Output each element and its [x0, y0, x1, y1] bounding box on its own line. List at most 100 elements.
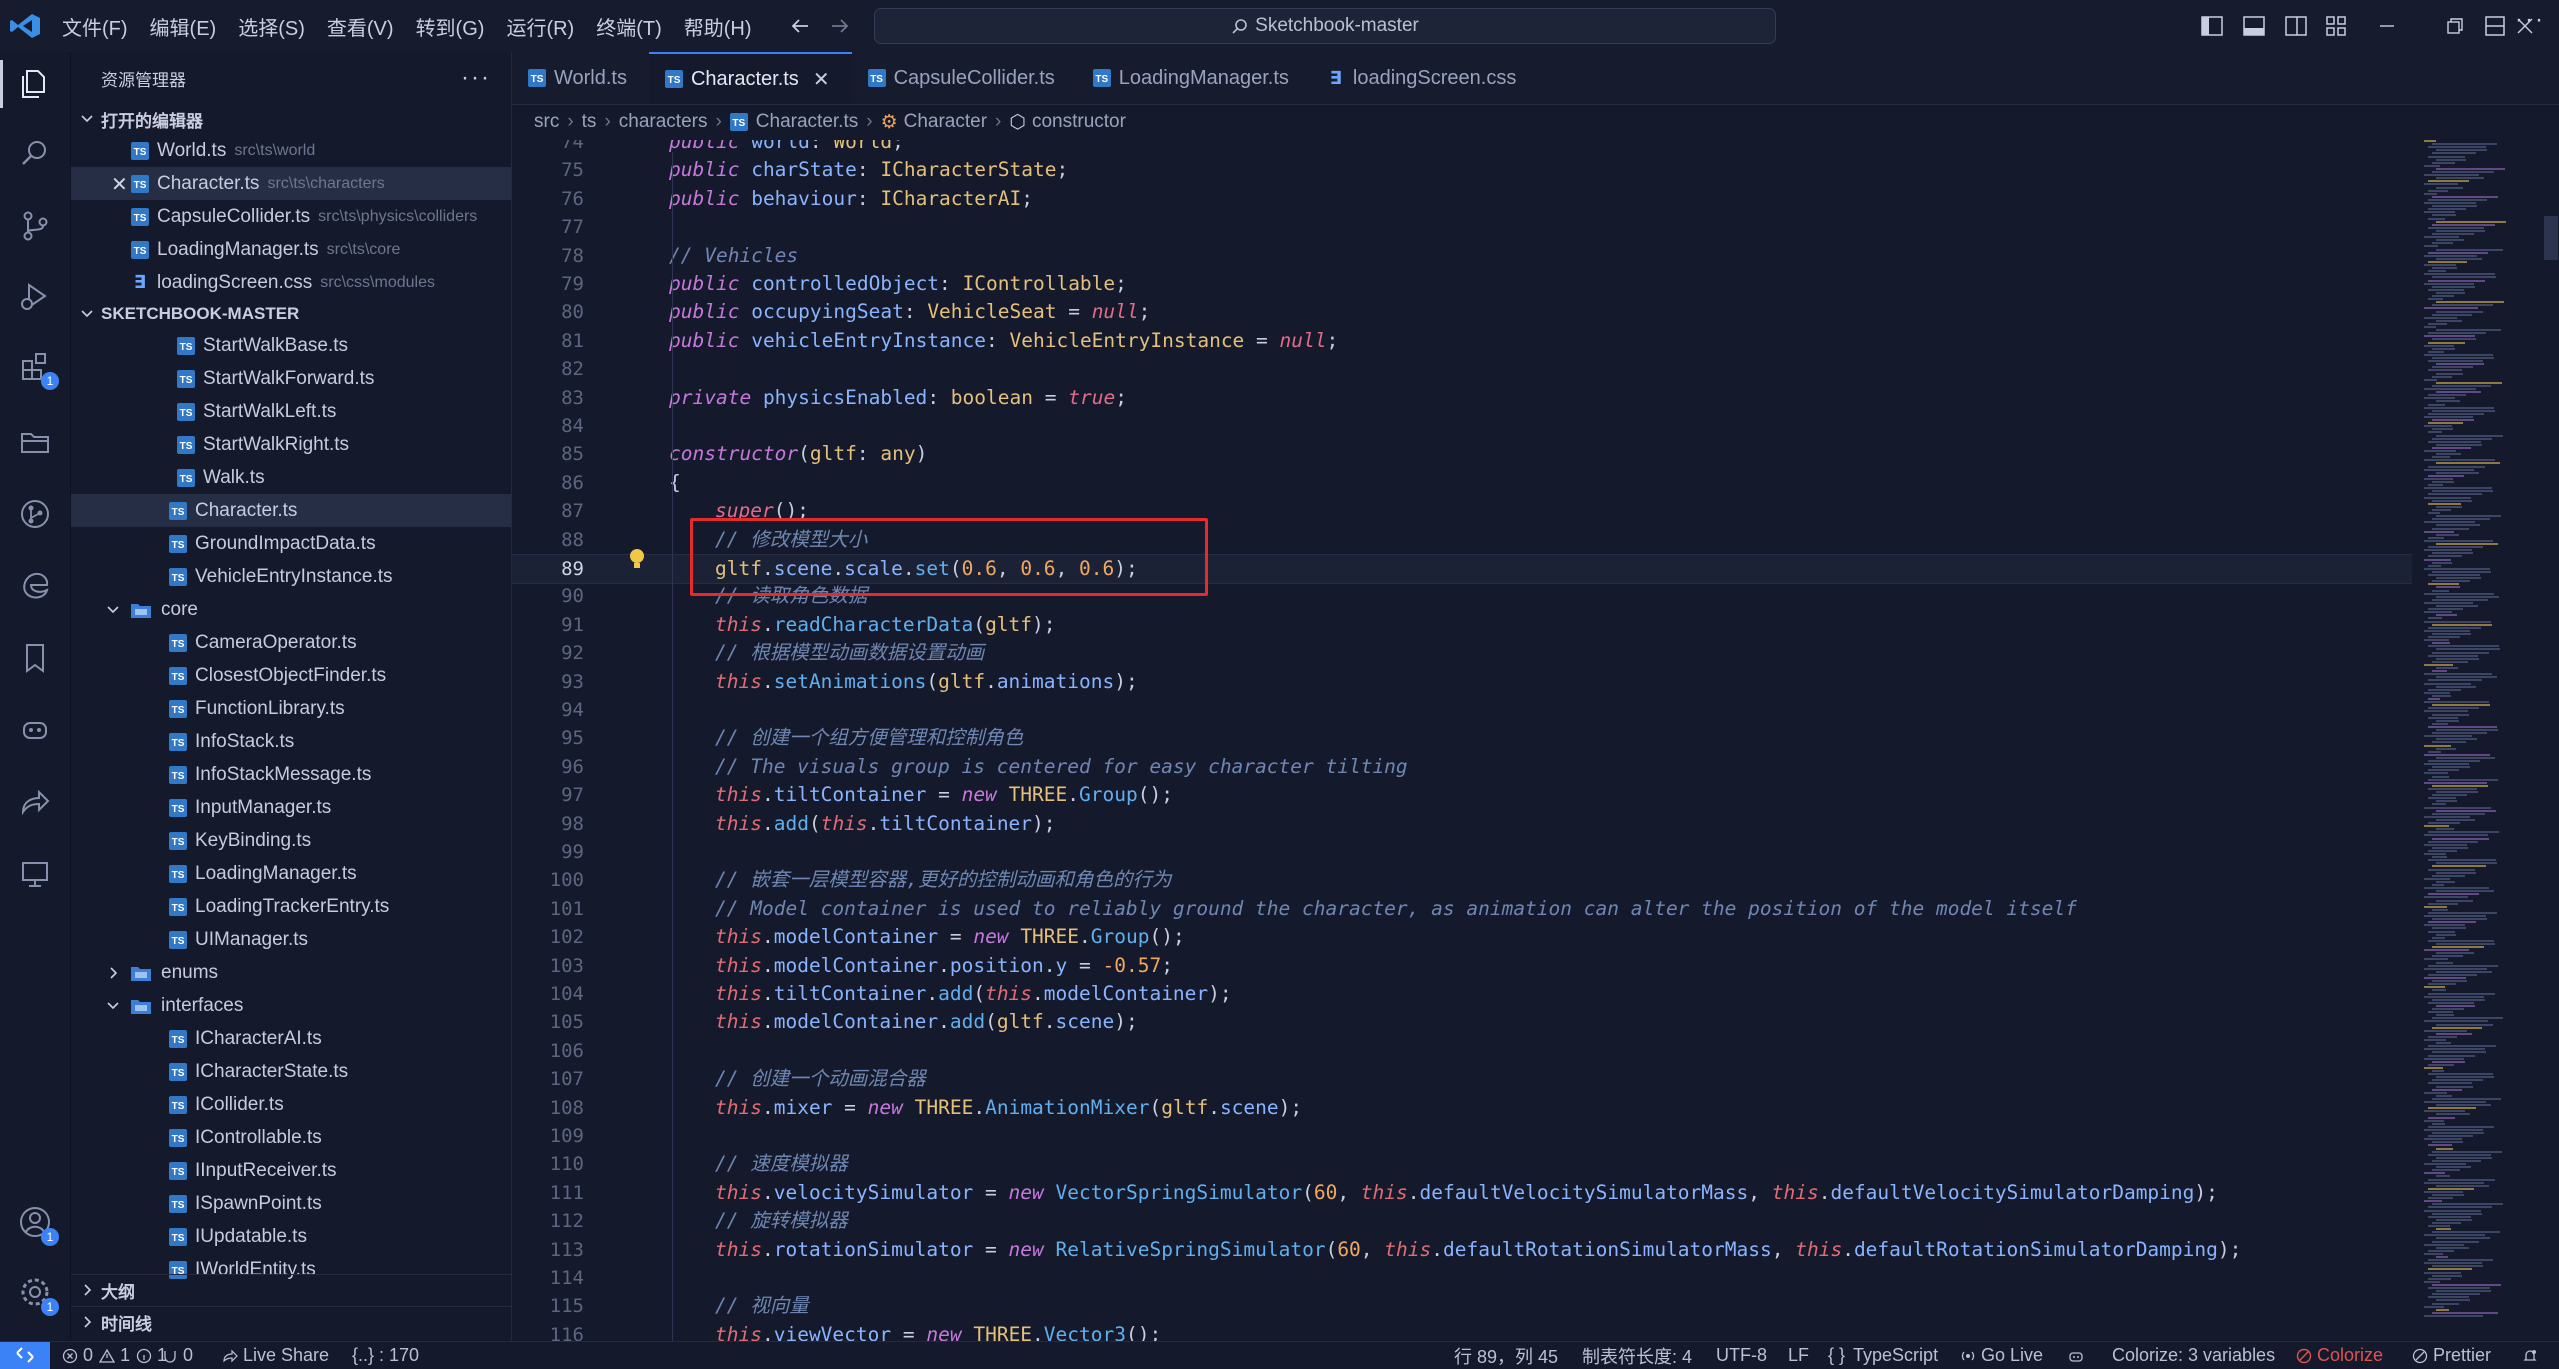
open-editor-item[interactable]: TS CapsuleCollider.ts src\ts\physics\colli… [71, 200, 511, 233]
code-line[interactable]: 112 // 旋转模拟器 [512, 1207, 2412, 1235]
menu-item[interactable]: 转到(G) [416, 12, 485, 41]
restore-icon[interactable] [2442, 13, 2468, 39]
breadcrumb-item[interactable]: characters [619, 111, 708, 133]
code-line[interactable]: 89 gltf.scene.scale.set(0.6, 0.6, 0.6); [512, 554, 2412, 585]
forward-arrow-icon[interactable] [828, 14, 852, 38]
code-line[interactable]: 101 // Model container is used to reliabl… [512, 895, 2412, 923]
menu-item[interactable]: 运行(R) [506, 12, 574, 41]
code-line[interactable]: 107 // 创建一个动画混合器 [512, 1065, 2412, 1093]
tree-file[interactable]: TS Character.ts [71, 494, 511, 527]
copilot-icon[interactable] [17, 712, 53, 748]
outline-section[interactable]: 大纲 [71, 1274, 511, 1305]
menu-item[interactable]: 选择(S) [238, 12, 305, 41]
code-line[interactable]: 114 [512, 1264, 2412, 1292]
code-line[interactable]: 75 public charState: ICharacterState; [512, 156, 2412, 184]
customize-layout-icon[interactable] [2324, 14, 2348, 38]
tree-file[interactable]: TS ISpawnPoint.ts [71, 1187, 511, 1220]
code-line[interactable]: 80 public occupyingSeat: VehicleSeat = nu… [512, 298, 2412, 326]
command-center-search[interactable]: Sketchbook-master [874, 8, 1776, 44]
tab-world-ts[interactable]: TS World.ts [512, 52, 649, 104]
cursor-position[interactable]: 行 89，列 45 [1454, 1342, 1558, 1369]
code-line[interactable]: 77 [512, 213, 2412, 241]
code-line[interactable]: 116 this.viewVector = new THREE.Vector3()… [512, 1321, 2412, 1341]
toggle-primary-sidebar-icon[interactable] [2200, 14, 2224, 38]
prettier-status[interactable]: Prettier [2412, 1342, 2491, 1369]
tree-file[interactable]: TS ICollider.ts [71, 1088, 511, 1121]
lightbulb-icon[interactable] [626, 547, 648, 571]
breadcrumb-item[interactable]: Character [904, 111, 987, 133]
explorer-more-icon[interactable]: ··· [461, 64, 491, 92]
run-debug-icon[interactable] [17, 278, 53, 314]
toggle-panel-icon[interactable] [2242, 14, 2266, 38]
eol[interactable]: LF [1788, 1342, 1809, 1369]
menu-item[interactable]: 查看(V) [327, 12, 394, 41]
accounts-icon[interactable]: 1 [17, 1204, 59, 1246]
code-line[interactable]: 102 this.modelContainer = new THREE.Group… [512, 923, 2412, 951]
project-section[interactable]: SKETCHBOOK-MASTER [71, 299, 511, 329]
code-line[interactable]: 79 public controlledObject: IControllable… [512, 270, 2412, 298]
tree-file[interactable]: TS KeyBinding.ts [71, 824, 511, 857]
code-line[interactable]: 81 public vehicleEntryInstance: VehicleEn… [512, 327, 2412, 355]
tab-character-ts[interactable]: TS Character.ts ✕ [648, 52, 852, 104]
extensions-icon[interactable]: 1 [17, 348, 59, 390]
code-line[interactable]: 109 [512, 1122, 2412, 1150]
tree-file[interactable]: TS CameraOperator.ts [71, 626, 511, 659]
code-line[interactable]: 99 [512, 838, 2412, 866]
code-line[interactable]: 115 // 视向量 [512, 1292, 2412, 1320]
tree-folder[interactable]: enums [71, 956, 511, 989]
problems-status[interactable]: 0 1 1 [62, 1342, 167, 1369]
go-live[interactable]: Go Live [1960, 1342, 2043, 1369]
code-editor[interactable]: 74 public world: World; 75 public charState… [512, 140, 2412, 1341]
code-line[interactable]: 78 // Vehicles [512, 242, 2412, 270]
code-line[interactable]: 113 this.rotationSimulator = new Relative… [512, 1236, 2412, 1264]
code-line[interactable]: 83 private physicsEnabled: boolean = true… [512, 384, 2412, 412]
toggle-secondary-sidebar-icon[interactable] [2284, 14, 2308, 38]
menu-item[interactable]: 终端(T) [596, 12, 662, 41]
code-line[interactable]: 93 this.setAnimations(gltf.animations); [512, 668, 2412, 696]
tree-file[interactable]: TS IInputReceiver.ts [71, 1154, 511, 1187]
code-line[interactable]: 87 super(); [512, 497, 2412, 525]
code-line[interactable]: 104 this.tiltContainer.add(this.modelCont… [512, 980, 2412, 1008]
code-line[interactable]: 91 this.readCharacterData(gltf); [512, 611, 2412, 639]
tree-file[interactable]: TS ICharacterAI.ts [71, 1022, 511, 1055]
colorize-toggle[interactable]: Colorize [2296, 1342, 2383, 1369]
code-line[interactable]: 106 [512, 1037, 2412, 1065]
breadcrumb-item[interactable]: src [534, 111, 559, 133]
tree-file[interactable]: TS LoadingManager.ts [71, 857, 511, 890]
tree-file[interactable]: TS InputManager.ts [71, 791, 511, 824]
tree-file[interactable]: TS StartWalkRight.ts [71, 428, 511, 461]
minimap[interactable] [2420, 140, 2559, 1341]
tab-capsulecollider-ts[interactable]: TS CapsuleCollider.ts [852, 52, 1077, 104]
tree-file[interactable]: TS InfoStackMessage.ts [71, 758, 511, 791]
code-line[interactable]: 90 // 读取角色数据 [512, 582, 2412, 610]
open-editor-item[interactable]: ✕ TS Character.ts src\ts\characters [71, 167, 511, 200]
tree-file[interactable]: TS LoadingTrackerEntry.ts [71, 890, 511, 923]
code-line[interactable]: 88 // 修改模型大小 [512, 526, 2412, 554]
tree-file[interactable]: TS VehicleEntryInstance.ts [71, 560, 511, 593]
source-control-icon[interactable] [17, 208, 53, 244]
live-share-icon[interactable] [17, 784, 53, 820]
remote-explorer-icon[interactable] [17, 856, 53, 892]
code-line[interactable]: 103 this.modelContainer.position.y = -0.5… [512, 952, 2412, 980]
ports-status[interactable]: 0 [162, 1342, 193, 1369]
notifications[interactable] [2522, 1342, 2543, 1369]
code-line[interactable]: 94 [512, 696, 2412, 724]
tree-file[interactable]: TS StartWalkLeft.ts [71, 395, 511, 428]
code-line[interactable]: 98 this.add(this.tiltContainer); [512, 810, 2412, 838]
tab-size[interactable]: 制表符长度: 4 [1582, 1342, 1692, 1369]
explorer-icon[interactable] [0, 60, 53, 108]
code-line[interactable]: 82 [512, 355, 2412, 383]
remote-indicator[interactable] [0, 1342, 50, 1369]
tree-file[interactable]: TS FunctionLibrary.ts [71, 692, 511, 725]
code-line[interactable]: 92 // 根据模型动画数据设置动画 [512, 639, 2412, 667]
close-tab-icon[interactable]: ✕ [813, 67, 830, 92]
scrollbar-thumb[interactable] [2544, 216, 2558, 260]
git-graph-icon[interactable] [17, 496, 53, 532]
encoding[interactable]: UTF-8 [1716, 1342, 1767, 1369]
code-line[interactable]: 111 this.velocitySimulator = new VectorSp… [512, 1179, 2412, 1207]
split-editor-icon[interactable] [2483, 14, 2507, 38]
code-line[interactable]: 97 this.tiltContainer = new THREE.Group()… [512, 781, 2412, 809]
editor-more-icon[interactable]: ··· [2515, 6, 2545, 34]
code-line[interactable]: 85 constructor(gltf: any) [512, 440, 2412, 468]
tree-file[interactable]: TS InfoStack.ts [71, 725, 511, 758]
